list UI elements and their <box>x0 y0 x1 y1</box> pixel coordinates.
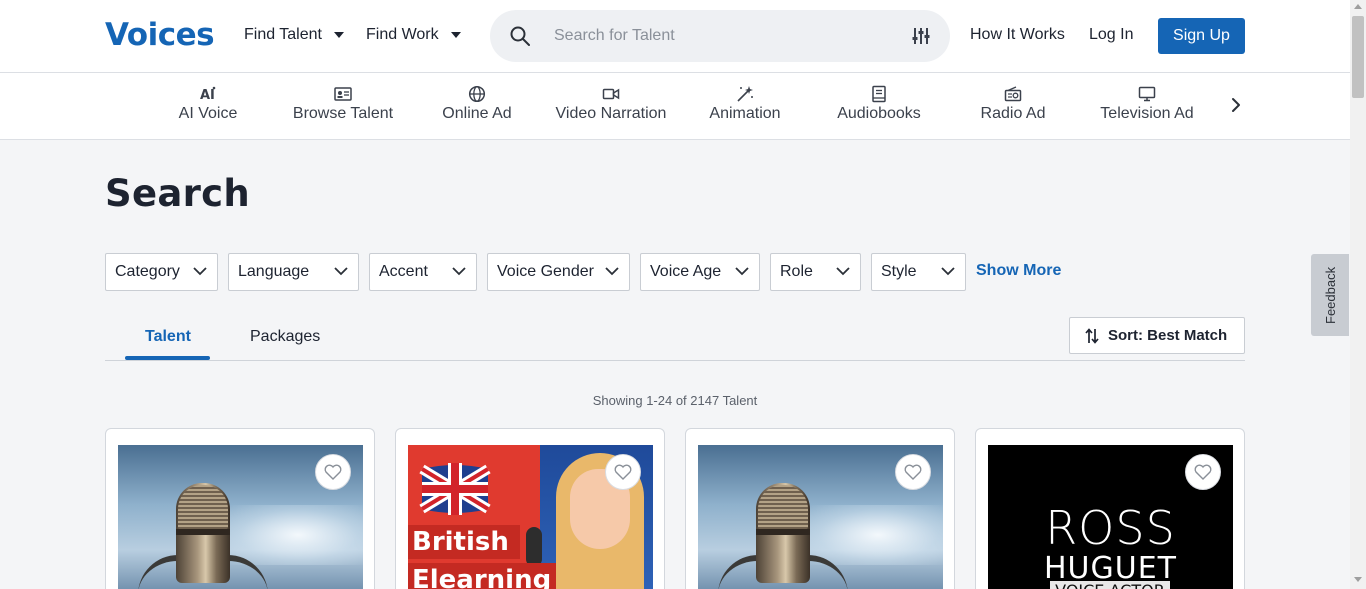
chevron-down-icon <box>450 32 461 38</box>
filter-label: Style <box>881 263 917 280</box>
chevron-down-icon <box>941 267 955 276</box>
search-icon[interactable] <box>510 26 530 46</box>
card-overlay-text: VOICE ACTOR <box>1050 581 1170 589</box>
talent-card[interactable]: ROSS HUGUET VOICE ACTOR <box>975 428 1245 589</box>
chevron-right-icon[interactable] <box>1228 95 1244 115</box>
chevron-down-icon <box>452 267 466 276</box>
tab-talent[interactable]: Talent <box>145 328 191 346</box>
favorite-button[interactable] <box>895 454 931 490</box>
feedback-label: Feedback <box>1323 266 1338 324</box>
filter-voice-gender[interactable]: Voice Gender <box>487 253 630 291</box>
chevron-down-icon <box>605 267 619 276</box>
filter-label: Accent <box>379 263 428 280</box>
category-strip: AI AI Voice Browse Talent Online Ad Vide… <box>0 73 1350 140</box>
monitor-icon <box>1138 86 1156 102</box>
category-television-ad[interactable]: Television Ad <box>1082 85 1212 123</box>
video-camera-icon <box>602 88 620 100</box>
find-talent-label: Find Talent <box>244 26 322 43</box>
category-audiobooks[interactable]: Audiobooks <box>814 85 944 123</box>
heart-icon <box>904 464 922 480</box>
heart-icon <box>1194 464 1212 480</box>
category-label: Audiobooks <box>837 105 921 122</box>
filter-style[interactable]: Style <box>871 253 966 291</box>
favorite-button[interactable] <box>605 454 641 490</box>
category-label: Animation <box>709 105 781 122</box>
top-header: Voices Find Talent Find Work How It Work… <box>0 0 1350 73</box>
category-ai-voice[interactable]: AI AI Voice <box>143 85 273 123</box>
sign-up-button[interactable]: Sign Up <box>1158 18 1245 54</box>
sliders-icon[interactable] <box>912 26 930 46</box>
filter-role[interactable]: Role <box>770 253 861 291</box>
magic-wand-icon <box>737 86 753 102</box>
ai-icon: AI <box>200 86 216 103</box>
book-icon <box>872 85 886 103</box>
voices-logo[interactable]: Voices <box>105 17 215 53</box>
page-title: Search <box>105 172 251 215</box>
results-count: Showing 1-24 of 2147 Talent <box>592 393 758 408</box>
sort-arrows-icon <box>1085 328 1099 344</box>
category-browse-talent[interactable]: Browse Talent <box>278 85 408 123</box>
filter-voice-age[interactable]: Voice Age <box>640 253 760 291</box>
sort-label: Sort: Best Match <box>1108 327 1228 344</box>
find-work-label: Find Work <box>366 26 439 43</box>
category-video-narration[interactable]: Video Narration <box>546 85 676 123</box>
sort-button[interactable]: Sort: Best Match <box>1069 317 1245 354</box>
scroll-up-arrow-icon[interactable] <box>1354 4 1362 9</box>
category-label: AI Voice <box>178 105 238 122</box>
globe-icon <box>468 85 486 103</box>
page-scrollbar[interactable] <box>1350 0 1366 589</box>
chevron-down-icon <box>735 267 749 276</box>
filter-category[interactable]: Category <box>105 253 218 291</box>
filter-label: Role <box>780 263 813 280</box>
tab-packages[interactable]: Packages <box>250 328 320 346</box>
talent-card[interactable] <box>685 428 955 589</box>
favorite-button[interactable] <box>1185 454 1221 490</box>
filter-label: Category <box>115 263 180 280</box>
talent-card[interactable]: British Elearning <box>395 428 665 589</box>
filter-accent[interactable]: Accent <box>369 253 477 291</box>
id-card-icon <box>334 87 352 101</box>
category-label: Television Ad <box>1100 105 1194 122</box>
search-bar <box>490 10 950 62</box>
card-overlay-text: British <box>408 525 520 559</box>
category-online-ad[interactable]: Online Ad <box>412 85 542 123</box>
heart-icon <box>614 464 632 480</box>
active-tab-indicator <box>125 356 210 360</box>
filter-label: Voice Gender <box>497 263 594 280</box>
scrollbar-thumb[interactable] <box>1352 16 1364 98</box>
show-more-filters-link[interactable]: Show More <box>976 262 1061 280</box>
card-overlay-text: ROSS <box>1045 501 1176 555</box>
radio-icon <box>1004 86 1022 102</box>
find-talent-dropdown[interactable]: Find Talent <box>244 26 344 44</box>
talent-card[interactable] <box>105 428 375 589</box>
card-overlay-text: Elearning <box>408 563 556 589</box>
chevron-down-icon <box>333 32 344 38</box>
search-input[interactable] <box>554 24 884 48</box>
category-label: Online Ad <box>442 105 512 122</box>
chevron-down-icon <box>334 267 348 276</box>
category-radio-ad[interactable]: Radio Ad <box>948 85 1078 123</box>
find-work-dropdown[interactable]: Find Work <box>366 26 461 44</box>
log-in-link[interactable]: Log In <box>1089 26 1133 44</box>
filter-label: Voice Age <box>650 263 722 280</box>
union-jack-icon <box>419 463 491 515</box>
chevron-down-icon <box>193 267 207 276</box>
tabs-divider <box>105 360 1245 361</box>
favorite-button[interactable] <box>315 454 351 490</box>
filter-label: Language <box>238 263 310 280</box>
feedback-tab[interactable]: Feedback <box>1311 254 1349 336</box>
heart-icon <box>324 464 342 480</box>
filter-language[interactable]: Language <box>228 253 359 291</box>
category-label: Browse Talent <box>292 105 394 122</box>
category-animation[interactable]: Animation <box>680 85 810 123</box>
how-it-works-link[interactable]: How It Works <box>970 26 1065 44</box>
chevron-down-icon <box>836 267 850 276</box>
scroll-down-arrow-icon[interactable] <box>1354 577 1362 582</box>
category-label: Radio Ad <box>980 105 1046 122</box>
svg-text:AI: AI <box>200 88 215 103</box>
category-label: Video Narration <box>555 105 667 122</box>
